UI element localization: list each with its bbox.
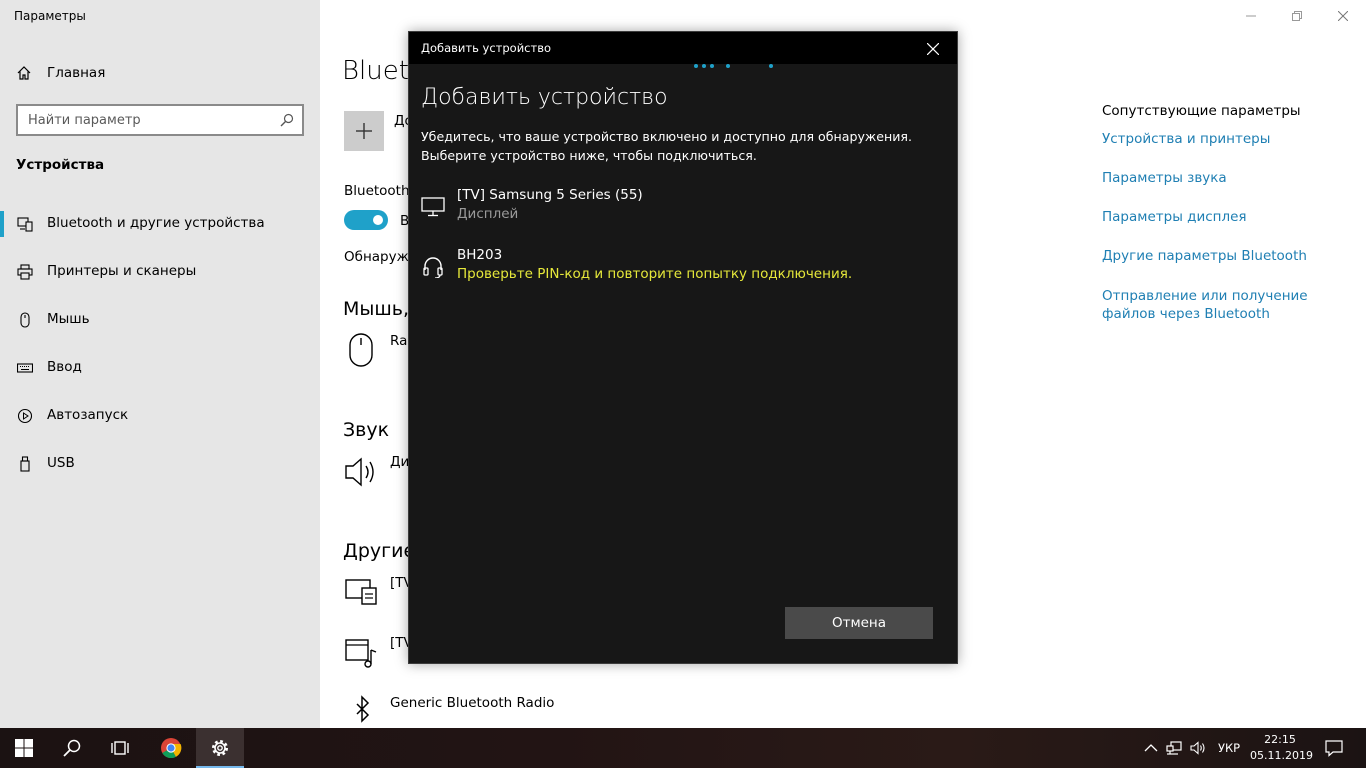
search-input[interactable] [18, 106, 268, 134]
close-icon [1338, 11, 1348, 21]
restore-icon [1292, 11, 1302, 21]
mouse-group-title: Мышь, [343, 298, 410, 320]
link-send-receive-files[interactable]: Отправление или получение файлов через B… [1102, 287, 1352, 323]
chrome-icon [161, 738, 182, 759]
dialog-titlebar-text: Добавить устройство [421, 41, 552, 55]
tv-display-icon [345, 579, 377, 605]
dialog-device-name: BH203 [457, 247, 503, 263]
add-device-dialog: Добавить устройство Добавить устройство … [408, 31, 958, 664]
link-devices-printers[interactable]: Устройства и принтеры [1102, 130, 1352, 148]
usb-icon [20, 456, 30, 472]
nav-home-label: Главная [47, 65, 106, 81]
task-view-icon [111, 741, 129, 755]
sidebar-item-mouse[interactable]: Мышь [0, 298, 320, 342]
mouse-icon [20, 312, 30, 328]
sidebar-item-label: Мышь [47, 311, 90, 327]
restore-button[interactable] [1274, 0, 1320, 32]
start-button[interactable] [0, 728, 48, 768]
search-icon [280, 113, 294, 127]
dialog-device-status: Проверьте PIN-код и повторите попытку по… [457, 266, 853, 282]
discoverable-label: Обнаружи [344, 249, 418, 265]
search-box[interactable] [16, 104, 304, 136]
dialog-device-item[interactable]: [TV] Samsung 5 Series (55) Дисплей [409, 187, 957, 235]
link-sound-settings[interactable]: Параметры звука [1102, 169, 1352, 187]
clock-date: 05.11.2019 [1250, 749, 1313, 762]
dialog-instruction-line-2: Выберите устройство ниже, чтобы подключи… [421, 148, 757, 163]
taskbar-clock[interactable]: 22:15 05.11.2019 [1250, 732, 1313, 764]
network-icon[interactable] [1166, 740, 1182, 756]
settings-taskbar-button[interactable] [196, 728, 244, 768]
search-icon [63, 739, 81, 757]
bluetooth-toggle[interactable] [344, 210, 388, 230]
searching-progress-dots [694, 64, 784, 72]
plus-icon [356, 123, 372, 139]
speaker-icon [345, 457, 374, 487]
dialog-device-status: Дисплей [457, 206, 519, 222]
clock-time: 22:15 [1264, 733, 1296, 746]
gear-icon [212, 740, 228, 756]
notification-icon[interactable] [1325, 739, 1343, 757]
settings-sidebar: Параметры Главная Устройства Bluetooth и… [0, 0, 320, 728]
sidebar-item-label: Bluetooth и другие устройства [47, 215, 265, 231]
input-language[interactable]: УКР [1218, 741, 1240, 755]
mouse-device-icon [349, 333, 373, 367]
dialog-device-name: [TV] Samsung 5 Series (55) [457, 187, 643, 203]
chevron-up-icon[interactable] [1143, 740, 1159, 756]
related-settings-title: Сопутствующие параметры [1102, 103, 1301, 119]
task-view-button[interactable] [96, 728, 144, 768]
dialog-heading: Добавить устройство [421, 85, 668, 110]
close-window-button[interactable] [1320, 0, 1366, 32]
other-device-3-name[interactable]: Generic Bluetooth Radio [390, 695, 554, 711]
bluetooth-icon [356, 695, 370, 723]
sidebar-item-label: Ввод [47, 359, 82, 375]
minimize-icon [1246, 15, 1256, 17]
printer-icon [17, 264, 33, 280]
minimize-button[interactable] [1228, 0, 1274, 32]
sidebar-item-usb[interactable]: USB [0, 442, 320, 486]
display-icon [421, 197, 445, 217]
volume-icon[interactable] [1190, 740, 1206, 756]
taskbar: УКР 22:15 05.11.2019 [0, 728, 1366, 768]
close-icon [927, 43, 939, 55]
dialog-titlebar: Добавить устройство [409, 32, 957, 64]
sidebar-item-autoplay[interactable]: Автозапуск [0, 394, 320, 438]
sidebar-item-label: Принтеры и сканеры [47, 263, 197, 279]
app-title: Параметры [14, 9, 86, 23]
tv-media-icon [345, 639, 377, 668]
sidebar-item-label: USB [47, 455, 75, 471]
keyboard-icon [17, 363, 33, 373]
bluetooth-label: Bluetooth [344, 183, 410, 199]
dialog-close-button[interactable] [919, 38, 947, 60]
cancel-button[interactable]: Отмена [785, 607, 933, 639]
autoplay-icon [17, 408, 33, 424]
dialog-device-item[interactable]: BH203 Проверьте PIN-код и повторите попы… [409, 247, 957, 295]
sound-device-name[interactable]: Ди [390, 454, 409, 470]
headset-icon [423, 257, 443, 278]
sidebar-item-printers[interactable]: Принтеры и сканеры [0, 250, 320, 294]
nav-home[interactable]: Главная [0, 58, 320, 88]
search-taskbar-button[interactable] [48, 728, 96, 768]
chrome-taskbar-button[interactable] [147, 728, 195, 768]
section-title: Устройства [16, 157, 105, 173]
sidebar-item-typing[interactable]: Ввод [0, 346, 320, 390]
dialog-instruction-line-1: Убедитесь, что ваше устройство включено … [421, 129, 913, 144]
sidebar-item-bluetooth[interactable]: Bluetooth и другие устройства [0, 202, 320, 246]
home-icon [17, 66, 31, 80]
link-display-settings[interactable]: Параметры дисплея [1102, 208, 1352, 226]
add-device-button[interactable] [344, 111, 384, 151]
windows-logo-icon [15, 739, 33, 757]
other-group-title: Другие [343, 540, 416, 562]
sound-group-title: Звук [343, 419, 390, 441]
link-more-bluetooth[interactable]: Другие параметры Bluetooth [1102, 247, 1352, 265]
dialog-instructions: Убедитесь, что ваше устройство включено … [421, 127, 941, 165]
sidebar-item-label: Автозапуск [47, 407, 129, 423]
bluetooth-devices-icon [17, 217, 33, 232]
